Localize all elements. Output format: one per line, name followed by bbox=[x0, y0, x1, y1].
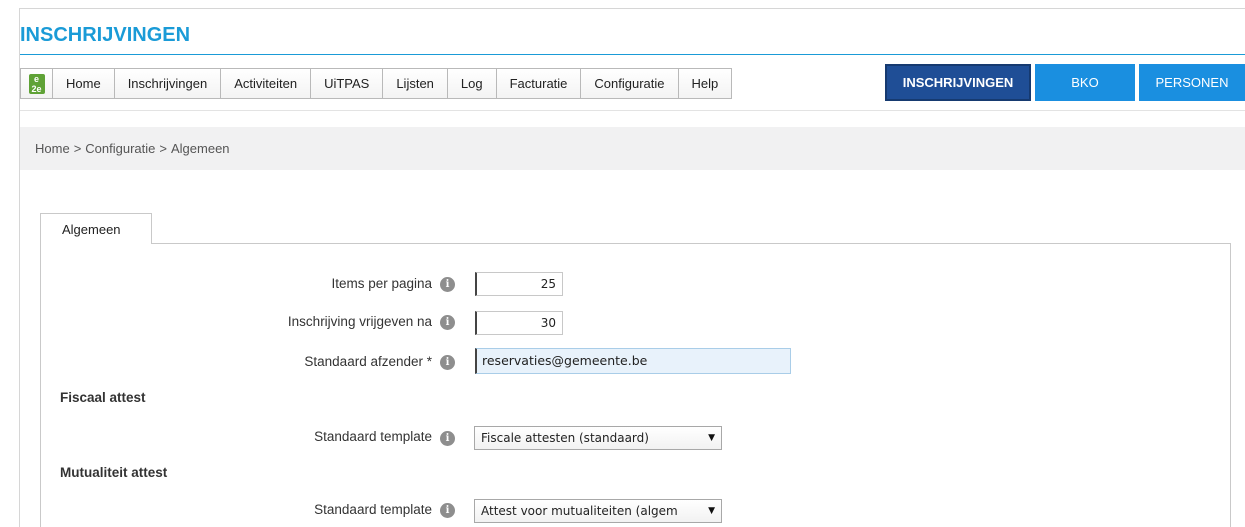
fiscal-template-value: Fiscale attesten (standaard) bbox=[481, 431, 649, 445]
module-bko-button[interactable]: BKO bbox=[1035, 64, 1135, 101]
default-sender-label: Standaard afzender * bbox=[304, 354, 432, 369]
menu-item-facturatie[interactable]: Facturatie bbox=[497, 69, 582, 98]
mutual-template-select[interactable]: Attest voor mutualiteiten (algem ▼ bbox=[474, 499, 722, 523]
info-icon[interactable]: i bbox=[440, 431, 455, 446]
app-title: INSCHRIJVINGEN bbox=[20, 24, 191, 46]
release-after-label: Inschrijving vrijgeven na bbox=[287, 314, 432, 329]
mutual-template-label: Standaard template bbox=[314, 502, 432, 517]
default-sender-input[interactable]: reservaties@gemeente.be bbox=[475, 348, 791, 374]
breadcrumb-separator: > bbox=[159, 141, 167, 156]
info-icon[interactable]: i bbox=[440, 503, 455, 518]
fiscal-section-title: Fiscaal attest bbox=[60, 390, 146, 405]
menu-item-inschrijvingen[interactable]: Inschrijvingen bbox=[115, 69, 222, 98]
tab-algemeen[interactable]: Algemeen bbox=[40, 213, 152, 244]
mutual-section-title: Mutualiteit attest bbox=[60, 465, 168, 480]
title-divider bbox=[20, 54, 1245, 55]
frame-top-border bbox=[19, 8, 1245, 9]
info-icon[interactable]: i bbox=[440, 277, 455, 292]
chevron-down-icon: ▼ bbox=[708, 506, 715, 516]
settings-panel bbox=[40, 243, 1231, 527]
main-menu: e 2e Home Inschrijvingen Activiteiten UiT… bbox=[20, 68, 733, 99]
menu-item-uitpas[interactable]: UiTPAS bbox=[311, 69, 384, 98]
chevron-down-icon: ▼ bbox=[708, 433, 715, 443]
mutual-template-value: Attest voor mutualiteiten (algem bbox=[481, 504, 678, 518]
menu-divider bbox=[20, 110, 1245, 111]
release-after-input[interactable]: 30 bbox=[475, 311, 563, 335]
menu-item-lijsten[interactable]: Lijsten bbox=[383, 69, 448, 98]
module-inschrijvingen-button[interactable]: INSCHRIJVINGEN bbox=[885, 64, 1031, 101]
breadcrumb-current: Algemeen bbox=[170, 141, 230, 156]
menu-item-configuratie[interactable]: Configuratie bbox=[581, 69, 679, 98]
breadcrumb-home[interactable]: Home bbox=[35, 141, 70, 156]
menu-item-activiteiten[interactable]: Activiteiten bbox=[221, 69, 312, 98]
breadcrumb-configuratie[interactable]: Configuratie bbox=[85, 141, 155, 156]
items-per-page-label: Items per pagina bbox=[331, 276, 432, 291]
e2e-logo-icon[interactable]: e 2e bbox=[21, 69, 53, 98]
breadcrumb-separator: > bbox=[73, 141, 82, 156]
menu-item-home[interactable]: Home bbox=[53, 69, 115, 98]
menu-item-help[interactable]: Help bbox=[679, 69, 732, 98]
module-personen-button[interactable]: PERSONEN bbox=[1139, 64, 1245, 101]
info-icon[interactable]: i bbox=[440, 315, 455, 330]
fiscal-template-select[interactable]: Fiscale attesten (standaard) ▼ bbox=[474, 426, 722, 450]
items-per-page-input[interactable]: 25 bbox=[475, 272, 563, 296]
menu-item-log[interactable]: Log bbox=[448, 69, 497, 98]
breadcrumb: Home > Configuratie > Algemeen bbox=[20, 127, 1245, 170]
fiscal-template-label: Standaard template bbox=[314, 429, 432, 444]
info-icon[interactable]: i bbox=[440, 355, 455, 370]
